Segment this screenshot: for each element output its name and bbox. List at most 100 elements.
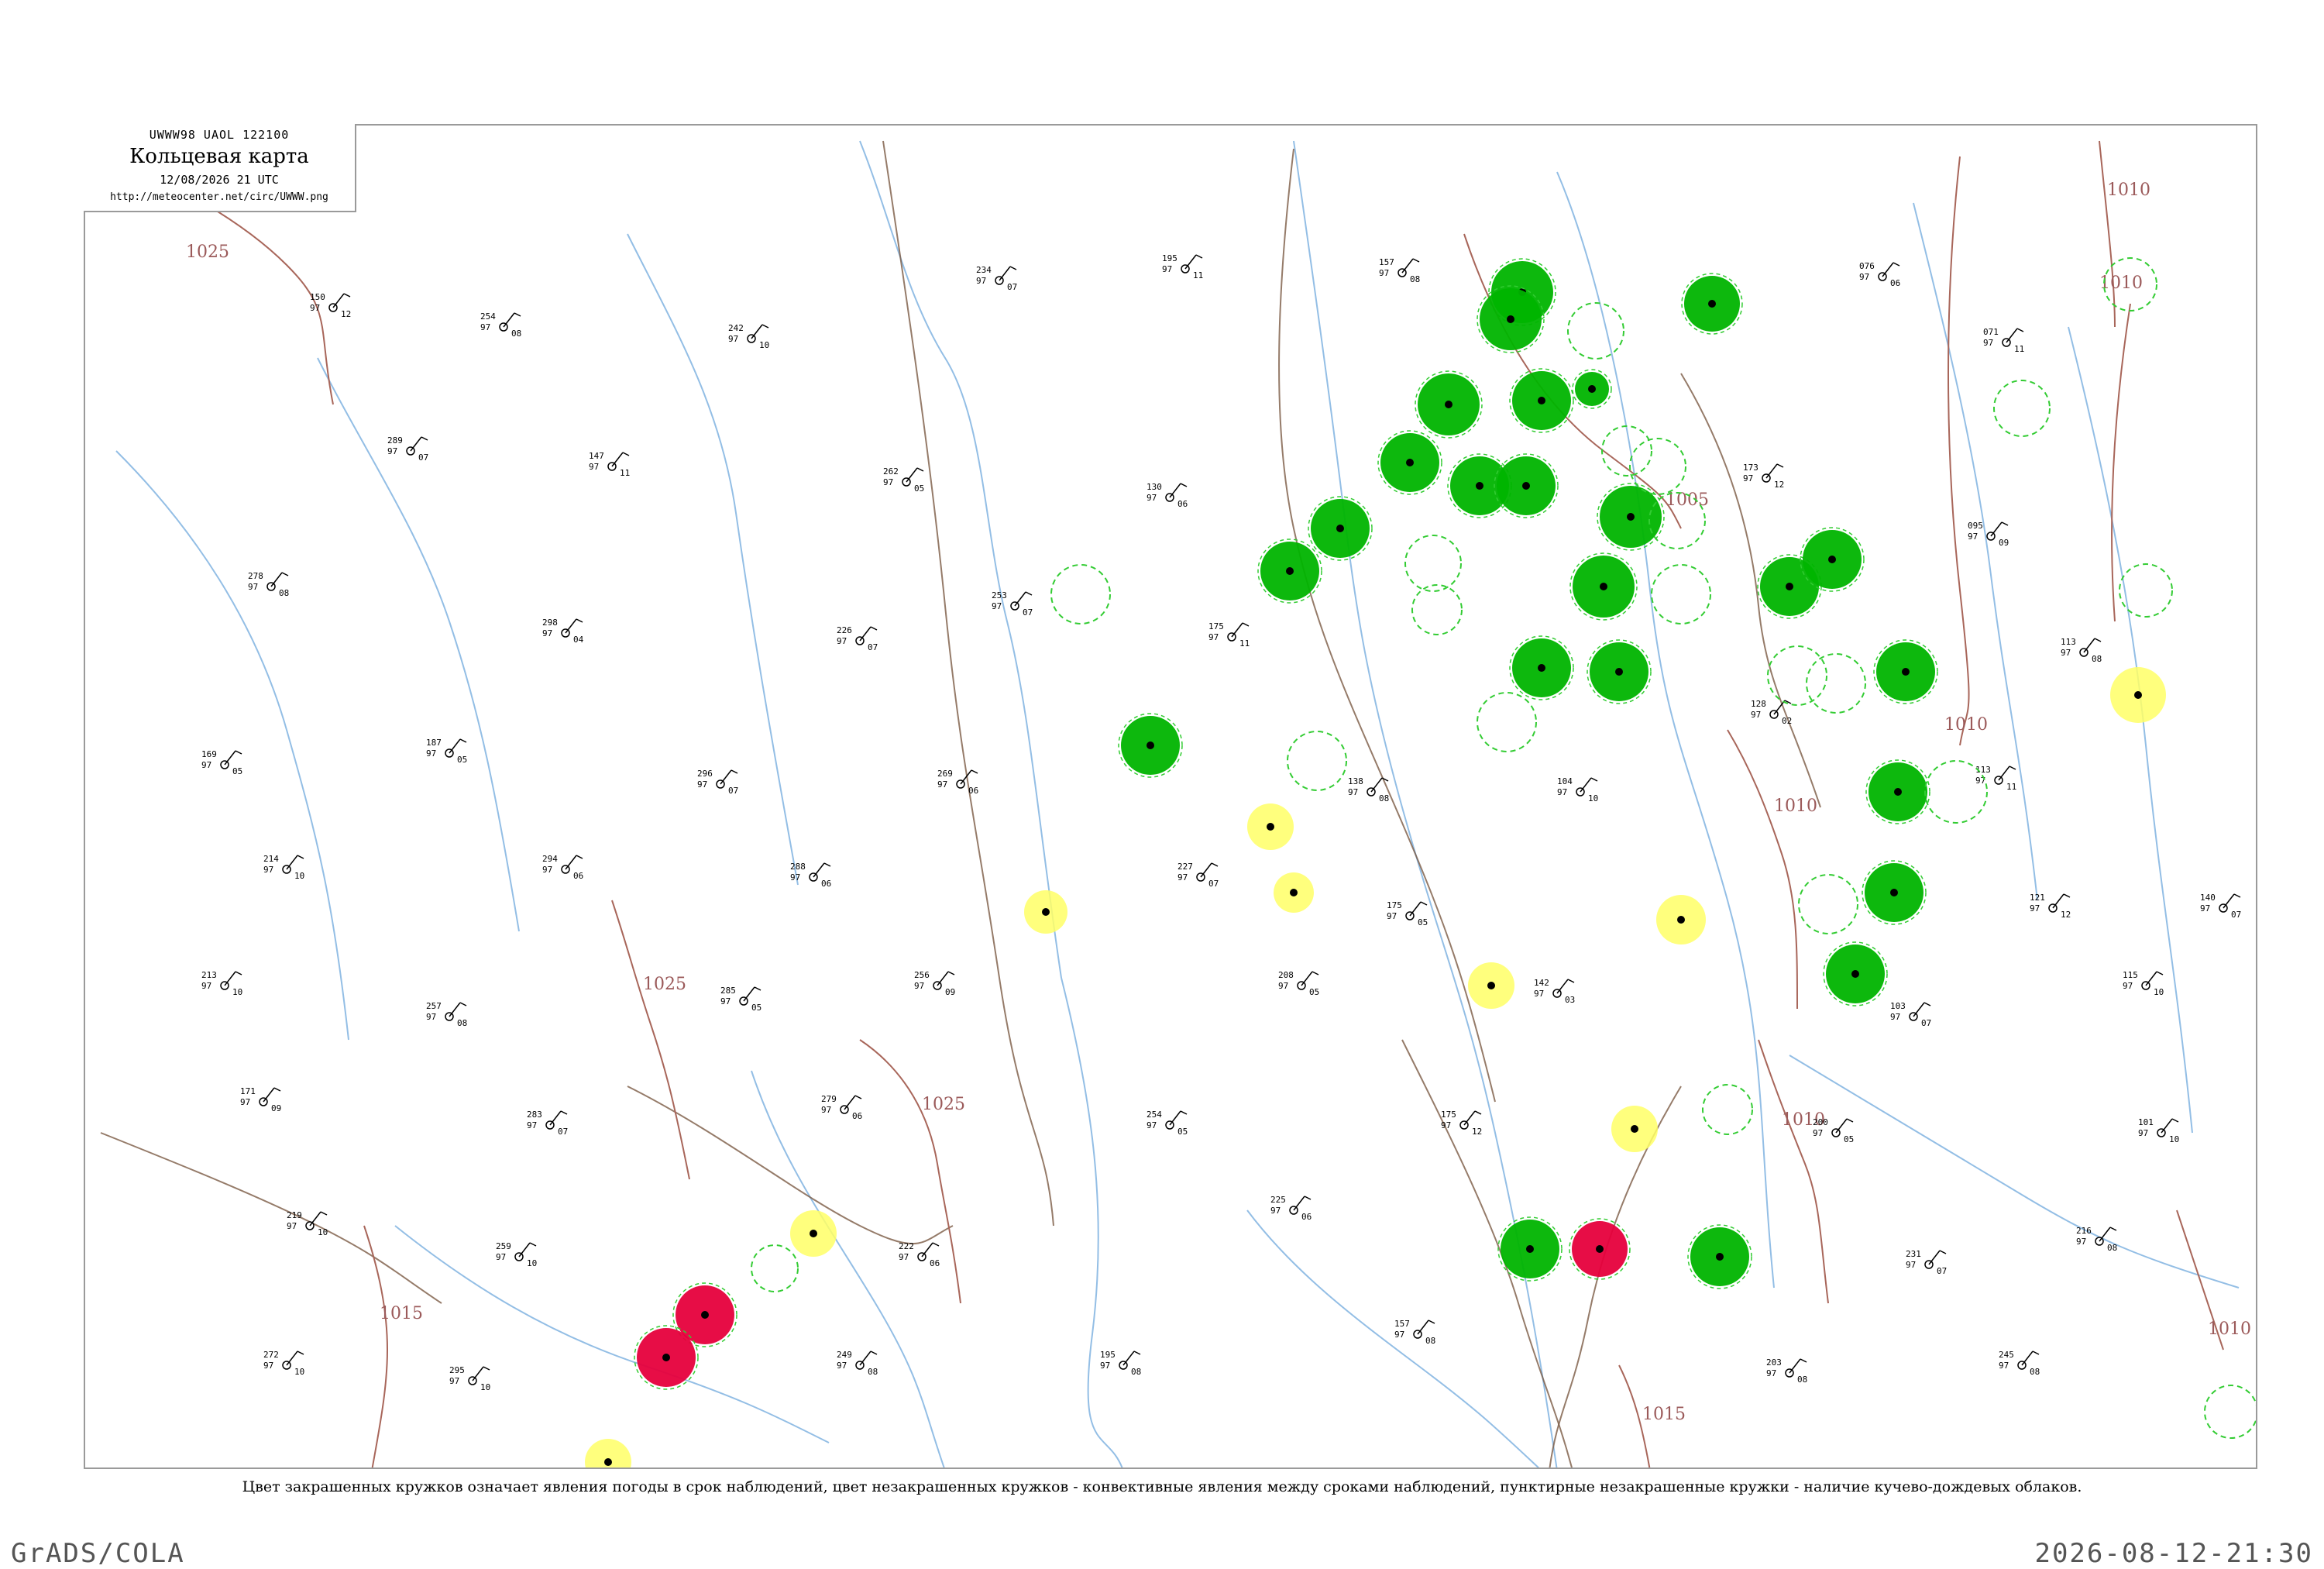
river-line xyxy=(1246,1209,1540,1467)
station-plot: 10197 10 xyxy=(2138,1117,2179,1144)
wind-barb xyxy=(2006,328,2018,343)
isobar-label: 1015 xyxy=(1642,1405,1686,1424)
wind-barb-feather xyxy=(1776,463,1784,468)
station-plot: 25497 08 xyxy=(480,311,521,339)
station-plot: 07197 11 xyxy=(1983,327,2024,354)
wind-barb xyxy=(859,1351,871,1366)
station-plot: 07697 06 xyxy=(1859,261,1900,288)
isobar-label: 1025 xyxy=(186,243,229,262)
road-line xyxy=(1278,148,1496,1103)
station-plot: 20397 08 xyxy=(1766,1357,1807,1385)
station-dot xyxy=(1627,513,1635,521)
wind-barb xyxy=(263,1087,275,1103)
wind-barb-feather xyxy=(971,769,978,774)
station-value-c: 10 xyxy=(294,1367,304,1377)
wind-barb-feather xyxy=(320,1211,328,1216)
wind-barb-feather xyxy=(235,971,242,975)
station-plot: 27997 06 xyxy=(821,1094,862,1121)
isobar-label: 1010 xyxy=(2208,1320,2251,1339)
wind-barb xyxy=(503,312,515,328)
station-value-a: 294 xyxy=(542,854,558,864)
wind-barb-feather xyxy=(1420,901,1428,906)
station-plot: 14097 07 xyxy=(2200,893,2241,920)
wind-barb xyxy=(449,1002,461,1017)
station-dot xyxy=(1902,668,1910,676)
station-value-a: 278 xyxy=(248,571,263,581)
weather-circles xyxy=(585,258,2166,1467)
wind-barb-feather xyxy=(273,1087,281,1092)
station-plot: 21397 10 xyxy=(201,970,242,997)
yellow-weather-circle xyxy=(585,1439,631,1467)
station-value-b: 97 xyxy=(899,1252,909,1262)
station-value-a: 289 xyxy=(387,435,403,446)
station-dot xyxy=(1147,741,1154,749)
isobar-line xyxy=(2099,140,2116,328)
station-plot: 20097 05 xyxy=(1813,1117,1854,1144)
station-value-b: 97 xyxy=(1278,981,1288,991)
station-value-c: 09 xyxy=(945,987,955,997)
station-plot: 20897 05 xyxy=(1278,970,1319,997)
station-value-b: 97 xyxy=(1534,989,1544,999)
isobar-label: 1025 xyxy=(643,975,686,994)
wind-barb xyxy=(1409,901,1422,917)
river-line xyxy=(1061,977,1123,1467)
station-plot: 22797 07 xyxy=(1177,862,1219,889)
cb-dashed-circle xyxy=(1993,380,2051,437)
station-dot xyxy=(1487,982,1495,989)
wind-barb-feather xyxy=(1025,591,1033,596)
station-dot xyxy=(1677,916,1685,924)
red-weather-circle xyxy=(634,1325,699,1390)
wind-barb xyxy=(332,293,345,308)
wind-barb-feather xyxy=(1567,979,1575,983)
station-value-c: 05 xyxy=(457,755,467,765)
station-dot xyxy=(1290,889,1298,896)
wind-barb-feather xyxy=(576,618,583,623)
station-value-c: 07 xyxy=(728,786,738,796)
station-dot xyxy=(1716,1253,1724,1261)
station-value-b: 97 xyxy=(496,1252,506,1262)
station-value-b: 97 xyxy=(263,1361,273,1371)
wind-barb xyxy=(1014,591,1026,607)
isobar-line xyxy=(859,1039,961,1304)
station-value-a: 076 xyxy=(1859,261,1875,271)
wind-barb xyxy=(286,1351,298,1366)
station-value-a: 298 xyxy=(542,618,558,628)
green-weather-circle xyxy=(1865,759,1930,824)
station-value-a: 203 xyxy=(1766,1357,1782,1368)
wind-barb-feather xyxy=(459,738,467,743)
station-plot: 15097 12 xyxy=(310,292,351,319)
station-value-a: 295 xyxy=(449,1365,465,1375)
station-value-b: 97 xyxy=(821,1105,831,1115)
station-value-b: 97 xyxy=(1859,272,1869,282)
wind-barb-feather xyxy=(870,1351,878,1355)
station-plot: 11597 10 xyxy=(2123,970,2164,997)
station-value-a: 175 xyxy=(1387,900,1402,910)
isobar-label: 1010 xyxy=(1944,715,1988,735)
station-value-c: 08 xyxy=(279,588,289,598)
station-plot: 28397 07 xyxy=(527,1110,568,1137)
station-dot xyxy=(2134,691,2142,699)
river-line xyxy=(1913,202,2038,901)
station-value-b: 97 xyxy=(1147,493,1157,503)
station-value-c: 08 xyxy=(1131,1367,1141,1377)
wind-barb xyxy=(937,971,949,986)
station-plot: 1139711 xyxy=(1975,765,2016,792)
station-value-c: 06 xyxy=(968,786,978,796)
wind-barb xyxy=(2052,893,2064,909)
wind-barb xyxy=(1417,1320,1429,1335)
wind-barb-feather xyxy=(731,769,738,774)
station-value-c: 07 xyxy=(868,642,878,652)
station-dot xyxy=(810,1230,817,1237)
station-value-b: 97 xyxy=(1999,1361,2009,1371)
wind-barb-feather xyxy=(1180,1110,1188,1115)
station-value-b: 97 xyxy=(1813,1128,1823,1138)
station-value-b: 97 xyxy=(992,601,1002,611)
wind-barb xyxy=(565,855,577,870)
river-line xyxy=(394,1225,830,1443)
wind-barb xyxy=(611,452,624,467)
wind-barb xyxy=(921,1242,933,1258)
station-dot xyxy=(1894,788,1902,796)
green-weather-circle xyxy=(1681,273,1743,335)
station-value-b: 97 xyxy=(1441,1120,1451,1130)
station-plot: 23497 07 xyxy=(976,265,1017,292)
